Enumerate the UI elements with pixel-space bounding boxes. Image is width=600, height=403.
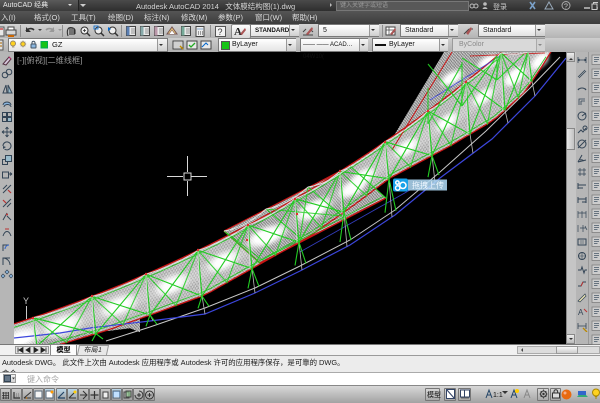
svg-text:A: A bbox=[578, 308, 584, 317]
svg-text:登录: 登录 bbox=[493, 2, 507, 10]
svg-text:[-][俯视][二维线框]: [-][俯视][二维线框] bbox=[17, 55, 83, 65]
svg-text:Y: Y bbox=[23, 296, 29, 306]
svg-text:拖拽上传: 拖拽上传 bbox=[412, 180, 444, 190]
svg-text:A: A bbox=[234, 26, 242, 37]
svg-text:?: ? bbox=[218, 27, 223, 37]
svg-text:?: ? bbox=[564, 4, 568, 11]
